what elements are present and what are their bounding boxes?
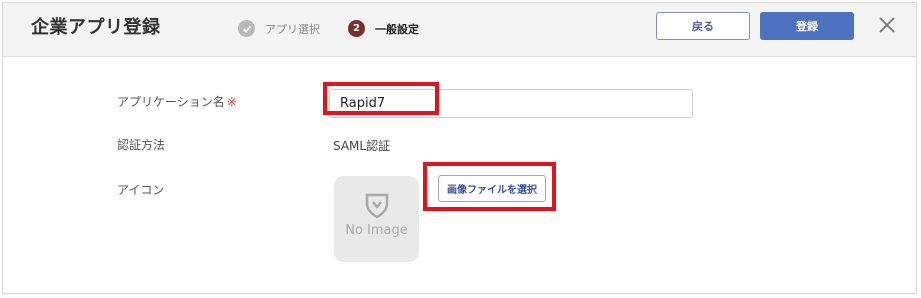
icon-preview: No Image — [334, 176, 419, 262]
back-button[interactable]: 戻る — [656, 12, 750, 40]
select-image-button[interactable]: 画像ファイルを選択 — [438, 175, 546, 202]
page-title: 企業アプリ登録 — [31, 17, 161, 38]
auth-method-label: 認証方法 — [117, 138, 166, 152]
register-button[interactable]: 登録 — [760, 12, 854, 40]
step-number: 2 — [348, 20, 365, 37]
icon-label: アイコン — [117, 183, 165, 197]
required-mark: ※ — [226, 95, 237, 109]
dialog-header: 企業アプリ登録 アプリ選択 2 一般設定 戻る 登録 — [3, 3, 916, 57]
close-icon[interactable] — [877, 15, 897, 35]
step-label: アプリ選択 — [265, 22, 320, 36]
app-name-input[interactable] — [329, 89, 693, 118]
step-app-selection: アプリ選択 — [238, 20, 320, 37]
app-name-label: アプリケーション名 ※ — [117, 93, 237, 110]
auth-method-value: SAML認証 — [333, 139, 391, 153]
no-image-logo-icon — [365, 193, 389, 219]
app-registration-dialog: 企業アプリ登録 アプリ選択 2 一般設定 戻る 登録 アプリケーション名※ 認証… — [2, 2, 917, 294]
step-general-settings: 2 一般設定 — [348, 20, 419, 37]
app-name-label-text: アプリケーション名 — [117, 95, 225, 109]
step-label: 一般設定 — [375, 22, 419, 36]
no-image-text: No Image — [345, 223, 408, 238]
check-icon — [238, 20, 255, 37]
